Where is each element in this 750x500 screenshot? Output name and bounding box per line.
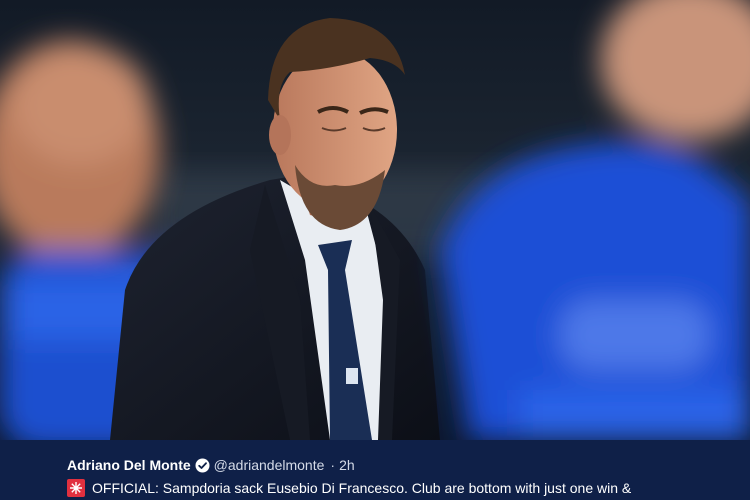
tweet-body: OFFICIAL: Sampdoria sack Eusebio Di Fran… xyxy=(67,478,750,498)
tweet-text: OFFICIAL: Sampdoria sack Eusebio Di Fran… xyxy=(92,480,632,496)
red-flag-icon xyxy=(67,479,85,497)
tweet-header: Adriano Del Monte @adriandelmonte · 2h xyxy=(67,454,750,476)
tweet-timestamp[interactable]: 2h xyxy=(339,457,355,473)
separator-dot: · xyxy=(330,457,336,473)
tweet-photo[interactable] xyxy=(0,0,750,440)
author-handle[interactable]: @adriandelmonte xyxy=(214,457,325,473)
author-name[interactable]: Adriano Del Monte xyxy=(67,457,191,473)
verified-badge-icon xyxy=(195,458,210,473)
